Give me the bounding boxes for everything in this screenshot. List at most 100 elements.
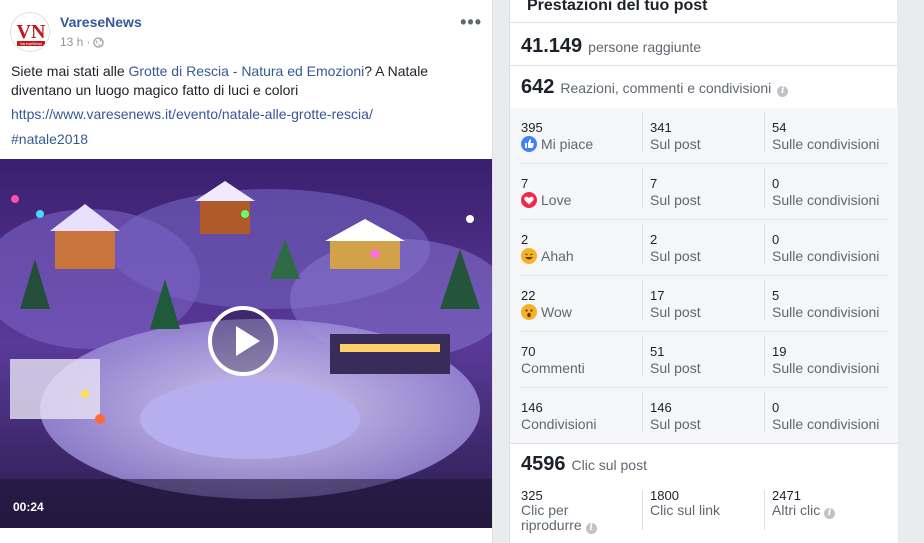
video-duration: 00:24: [13, 500, 44, 514]
info-icon[interactable]: i: [777, 86, 789, 97]
on-post-count: 7: [650, 176, 658, 191]
on-shares-label: Sulle condivisioni: [772, 416, 880, 432]
column-divider: [642, 112, 643, 152]
column-divider: [642, 280, 643, 320]
reaction-total: 395 Mi piace: [521, 120, 639, 152]
page-avatar[interactable]: VN VareseNews: [10, 12, 50, 52]
info-icon[interactable]: i: [585, 523, 597, 534]
varesenews-logo: VN VareseNews: [11, 13, 49, 51]
post-message-text-start: Siete mai stati alle: [11, 63, 129, 79]
reaction-count: 395: [521, 120, 543, 135]
reach-value: 41.149: [521, 35, 583, 57]
wow-icon: [521, 304, 537, 320]
on-shares-label: Sulle condivisioni: [772, 304, 880, 320]
play-clicks-value: 325: [521, 488, 543, 503]
more-options-icon[interactable]: •••: [460, 12, 482, 33]
post-timestamp[interactable]: 13 h: [60, 35, 83, 49]
on-shares-count: 0: [772, 176, 780, 191]
on-shares-label: Sulle condivisioni: [772, 360, 880, 376]
reach-divider: [510, 65, 898, 66]
on-post-label: Sul post: [650, 360, 701, 376]
column-divider: [764, 112, 765, 152]
page-name-link[interactable]: VareseNews: [60, 14, 142, 30]
reactions-summary: 642 Reazioni, commenti e condivisioni i: [521, 76, 789, 99]
on-post-count: 17: [650, 288, 665, 303]
reaction-row-wow: 22 Wow 17 Sul post 5 Sulle condivisioni: [521, 276, 887, 332]
column-divider: [764, 224, 765, 264]
haha-icon: [521, 248, 537, 264]
on-post-label: Sul post: [650, 416, 701, 432]
other-clicks-cell: 2471 Altri clic i: [772, 488, 892, 519]
on-shares-count: 0: [772, 232, 780, 247]
link-clicks-label: Clic sul link: [650, 502, 721, 518]
column-divider: [764, 336, 765, 376]
on-shares-cell: 5 Sulle condivisioni: [772, 288, 879, 320]
other-clicks-label: Altri clic: [772, 502, 821, 518]
column-divider: [642, 392, 643, 432]
on-shares-count: 54: [772, 120, 787, 135]
column-divider: [764, 392, 765, 432]
reactions-value: 642: [521, 76, 555, 98]
post-url-link[interactable]: https://www.varesenews.it/evento/natale-…: [11, 106, 373, 122]
play-button[interactable]: [208, 306, 278, 376]
on-shares-count: 5: [772, 288, 780, 303]
play-clicks-cell: 325 Clic per riprodurre i: [521, 488, 631, 534]
play-clicks-label: Clic per riprodurre: [521, 502, 582, 533]
title-divider: [510, 22, 898, 23]
like-icon: [521, 136, 537, 152]
reaction-label: Love: [541, 192, 572, 208]
on-post-label: Sul post: [650, 248, 701, 264]
meta-separator: ·: [86, 35, 91, 49]
reaction-row-love: 7 Love 7 Sul post 0 Sulle condivisioni: [521, 164, 887, 220]
link-clicks-cell: 1800 Clic sul link: [650, 488, 760, 518]
reaction-label: Wow: [541, 304, 572, 320]
on-post-cell: 341 Sul post: [650, 120, 701, 152]
reach-label: persone raggiunte: [588, 39, 702, 55]
link-clicks-value: 1800: [650, 488, 679, 503]
clicks-label: Clic sul post: [571, 457, 647, 473]
avatar-logo-text: VN: [17, 21, 46, 43]
other-clicks-value: 2471: [772, 488, 801, 503]
comments-label: Commenti: [521, 360, 585, 376]
clicks-value: 4596: [521, 453, 566, 475]
info-icon[interactable]: i: [824, 508, 836, 519]
globe-icon[interactable]: [93, 36, 105, 48]
reaction-row-haha: 2 Ahah 2 Sul post 0 Sulle condivisioni: [521, 220, 887, 276]
reaction-total: 70 Commenti: [521, 344, 639, 376]
love-icon: [521, 192, 537, 208]
on-shares-label: Sulle condivisioni: [772, 248, 880, 264]
column-divider: [642, 490, 643, 530]
shares-row: 146 Condivisioni 146 Sul post 0 Sulle co…: [521, 388, 887, 444]
post-header: VN VareseNews VareseNews 13 h · •••: [10, 12, 488, 56]
on-shares-cell: 19 Sulle condivisioni: [772, 344, 879, 376]
reach-summary: 41.149 persone raggiunte: [521, 35, 701, 58]
on-shares-cell: 0 Sulle condivisioni: [772, 400, 879, 432]
on-post-cell: 146 Sul post: [650, 400, 701, 432]
reaction-label: Mi piace: [541, 136, 594, 152]
reaction-row-like: 395 Mi piace 341 Sul post 54 Sulle condi…: [521, 108, 887, 164]
avatar-logo-subtext: VareseNews: [20, 41, 42, 46]
reactions-label: Reazioni, commenti e condivisioni: [560, 80, 772, 96]
post-meta: 13 h ·: [60, 35, 105, 49]
post-card: VN VareseNews VareseNews 13 h · ••• Siet…: [0, 0, 493, 543]
on-shares-cell: 0 Sulle condivisioni: [772, 176, 879, 208]
on-post-label: Sul post: [650, 304, 701, 320]
reaction-total: 146 Condivisioni: [521, 400, 639, 432]
on-post-cell: 51 Sul post: [650, 344, 701, 376]
on-shares-label: Sulle condivisioni: [772, 192, 880, 208]
post-message: Siete mai stati alle Grotte di Rescia - …: [11, 62, 481, 100]
place-link[interactable]: Grotte di Rescia - Natura ed Emozioni: [129, 63, 365, 79]
column-divider: [764, 280, 765, 320]
video-player[interactable]: 00:24: [0, 159, 492, 528]
on-post-count: 51: [650, 344, 665, 359]
column-divider: [642, 168, 643, 208]
on-post-count: 2: [650, 232, 658, 247]
on-shares-cell: 0 Sulle condivisioni: [772, 232, 879, 264]
reaction-total: 2 Ahah: [521, 232, 639, 264]
reaction-total: 7 Love: [521, 176, 639, 208]
on-shares-cell: 54 Sulle condivisioni: [772, 120, 879, 152]
hashtag-link[interactable]: #natale2018: [11, 131, 88, 147]
column-divider: [764, 168, 765, 208]
reaction-count: 2: [521, 232, 529, 247]
shares-count: 146: [521, 400, 543, 415]
